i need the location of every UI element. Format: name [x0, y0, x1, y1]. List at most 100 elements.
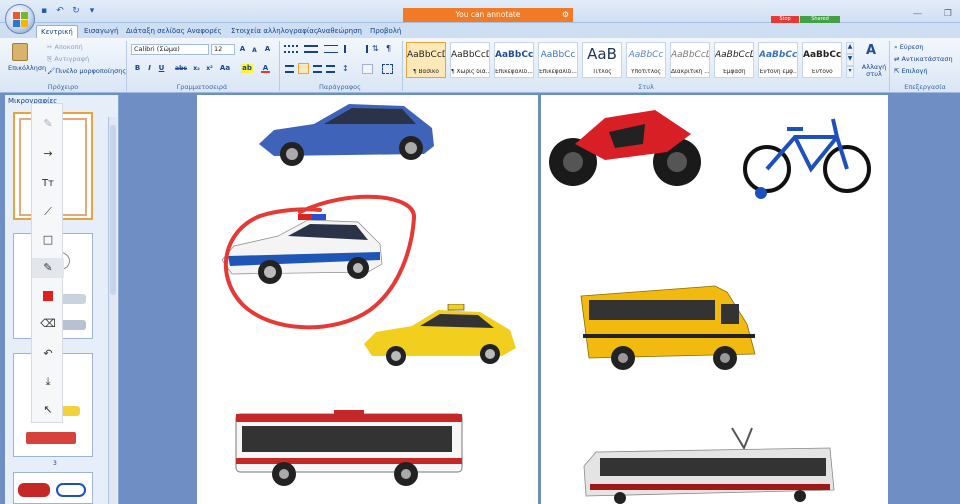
cursor-icon[interactable]: ↖ [32, 400, 64, 420]
eraser-icon[interactable]: ⌫ [32, 314, 64, 334]
cut-button[interactable]: ✂ Αποκοπή [47, 43, 83, 51]
shading-icon[interactable] [362, 64, 373, 74]
style-title[interactable]: AaB Τίτλος [582, 42, 622, 78]
style-no-spacing[interactable]: AaBbCcDd ¶ Χωρίς διά... [450, 42, 490, 78]
copy-button[interactable]: ⎘ Αντιγραφή [47, 55, 89, 64]
quick-access-toolbar: ▪ ↶ ↻ ▾ [38, 6, 98, 17]
color-icon[interactable] [32, 286, 64, 306]
window-controls: — ❐ [913, 9, 952, 19]
styles-more-icon[interactable]: ▾ [846, 66, 854, 78]
grow-font-button[interactable]: A [238, 45, 247, 54]
align-right-icon[interactable] [313, 65, 322, 73]
tab-review[interactable]: Αναθεώρηση [313, 25, 366, 38]
pilcrow-icon[interactable]: ¶ [386, 44, 396, 54]
save-icon[interactable]: ▪ [38, 6, 50, 17]
ribbon-tabs: Κεντρική Εισαγωγή Διάταξη σελίδας Αναφορ… [0, 23, 960, 38]
styles-scroll-up-icon[interactable]: ▲ [846, 42, 854, 54]
shrink-font-button[interactable]: A [250, 46, 259, 55]
find-button[interactable]: ⌕ Εύρεση [894, 43, 923, 52]
font-size-field[interactable]: 12 [211, 44, 235, 55]
style-name: Διακριτική ... [671, 69, 709, 75]
borders-icon[interactable] [382, 64, 393, 74]
restore-button[interactable]: ❐ [944, 9, 952, 19]
annotate-text: You can annotate [455, 10, 521, 19]
office-button[interactable] [5, 4, 35, 34]
clear-format-button[interactable]: A [263, 45, 272, 54]
change-styles-button[interactable]: Αλλαγή στυλ [860, 64, 888, 78]
copy-label: Αντιγραφή [54, 55, 90, 63]
style-emphasis[interactable]: AaBbCcDd Έμφαση [714, 42, 754, 78]
style-name: Έμφαση [722, 69, 746, 75]
style-strong[interactable]: AaBbCcDc Έντονο [802, 42, 842, 78]
sort-icon[interactable]: ⇅ [372, 44, 382, 54]
tab-home[interactable]: Κεντρική [36, 25, 78, 38]
cut-label: Αποκοπή [54, 43, 83, 51]
stop-button[interactable]: Stop [771, 16, 799, 23]
bold-button[interactable]: B [133, 64, 142, 73]
cut-icon: ✂ [47, 43, 55, 51]
bullets-icon[interactable] [284, 45, 298, 53]
style-subtitle[interactable]: AaBbCc Υπότιτλος [626, 42, 666, 78]
select-button[interactable]: ⇱ Επιλογή [894, 67, 928, 75]
style-sample: AaBbCcDd [671, 50, 709, 60]
bicycle-image [743, 118, 871, 199]
thumbnail-page-4[interactable] [13, 472, 93, 504]
find-label: Εύρεση [899, 43, 924, 51]
change-case-button[interactable]: Aa [219, 64, 231, 73]
undo-annotation-icon[interactable]: ↶ [32, 344, 64, 364]
thumbnails-scrollbar[interactable] [108, 117, 117, 504]
style-name: Τίτλος [592, 69, 612, 75]
school-bus-image [580, 285, 756, 370]
tab-references[interactable]: Αναφορές [183, 25, 226, 38]
rectangle-icon[interactable]: □ [32, 230, 64, 250]
highlight-pen-icon[interactable]: ✎ [32, 114, 64, 134]
numbering-icon[interactable] [304, 45, 318, 53]
justify-icon[interactable] [326, 65, 335, 73]
font-name-field[interactable]: Calibri (Σώμα) [131, 44, 209, 55]
redo-icon[interactable]: ↻ [70, 6, 82, 17]
font-color-button[interactable]: A [261, 64, 270, 73]
style-sample: AaBbCc [540, 50, 576, 60]
multilevel-icon[interactable] [324, 45, 338, 53]
highlight-button[interactable]: ab [241, 64, 253, 73]
style-normal[interactable]: AaBbCcDd ¶ Βασικό [406, 42, 446, 78]
style-sample: AaBbCcDd [451, 50, 489, 60]
superscript-button[interactable]: x² [205, 64, 214, 73]
tab-view[interactable]: Προβολή [366, 25, 405, 38]
line-spacing-icon[interactable]: ↕ [342, 64, 353, 74]
decrease-indent-icon[interactable] [344, 45, 354, 53]
style-subtle-emphasis[interactable]: AaBbCcDd Διακριτική ... [670, 42, 710, 78]
download-icon[interactable]: ⤓ [32, 372, 64, 392]
text-icon[interactable]: Tт [32, 174, 64, 194]
styles-group-label: Στυλ [638, 83, 654, 91]
qat-dropdown-icon[interactable]: ▾ [86, 6, 98, 17]
line-icon[interactable]: ⟋ [32, 202, 64, 222]
strikethrough-button[interactable]: abc [174, 64, 188, 73]
style-heading2[interactable]: AaBbCc Επικεφαλίδ... [538, 42, 578, 78]
replace-button[interactable]: ⇄ Αντικατάσταση [894, 55, 953, 63]
tab-insert[interactable]: Εισαγωγή [80, 25, 122, 38]
change-styles-icon[interactable]: A [866, 43, 876, 58]
arrow-icon[interactable]: → [32, 144, 64, 164]
increase-indent-icon[interactable] [358, 45, 368, 53]
paste-button[interactable]: Επικόλληση [8, 64, 46, 72]
pen-icon[interactable]: ✎ [32, 258, 64, 278]
style-sample: AaBbCc [495, 50, 533, 60]
subscript-button[interactable]: x₂ [192, 64, 201, 73]
align-center-icon[interactable] [298, 63, 309, 74]
style-intense-emphasis[interactable]: AaBbCcDc Έντονη έμφ... [758, 42, 798, 78]
minimize-button[interactable]: — [913, 9, 922, 19]
align-left-icon[interactable] [285, 65, 294, 73]
undo-icon[interactable]: ↶ [54, 6, 66, 17]
styles-scroll-down-icon[interactable]: ▼ [846, 54, 854, 66]
replace-label: Αντικατάσταση [901, 55, 953, 63]
settings-icon[interactable]: ⚙ [562, 8, 569, 22]
paste-icon[interactable] [12, 43, 28, 61]
italic-button[interactable]: I [145, 64, 154, 73]
style-heading1[interactable]: AaBbCc Επικεφαλίδ... [494, 42, 534, 78]
format-painter-button[interactable]: 🖌Πινέλο μορφοποίησης [47, 67, 126, 75]
tab-page-layout[interactable]: Διάταξη σελίδας [122, 25, 189, 38]
tab-mailings[interactable]: Στοιχεία αλληλογραφίας [227, 25, 322, 38]
underline-button[interactable]: U [157, 64, 166, 73]
scrollbar-thumb[interactable] [110, 125, 116, 295]
